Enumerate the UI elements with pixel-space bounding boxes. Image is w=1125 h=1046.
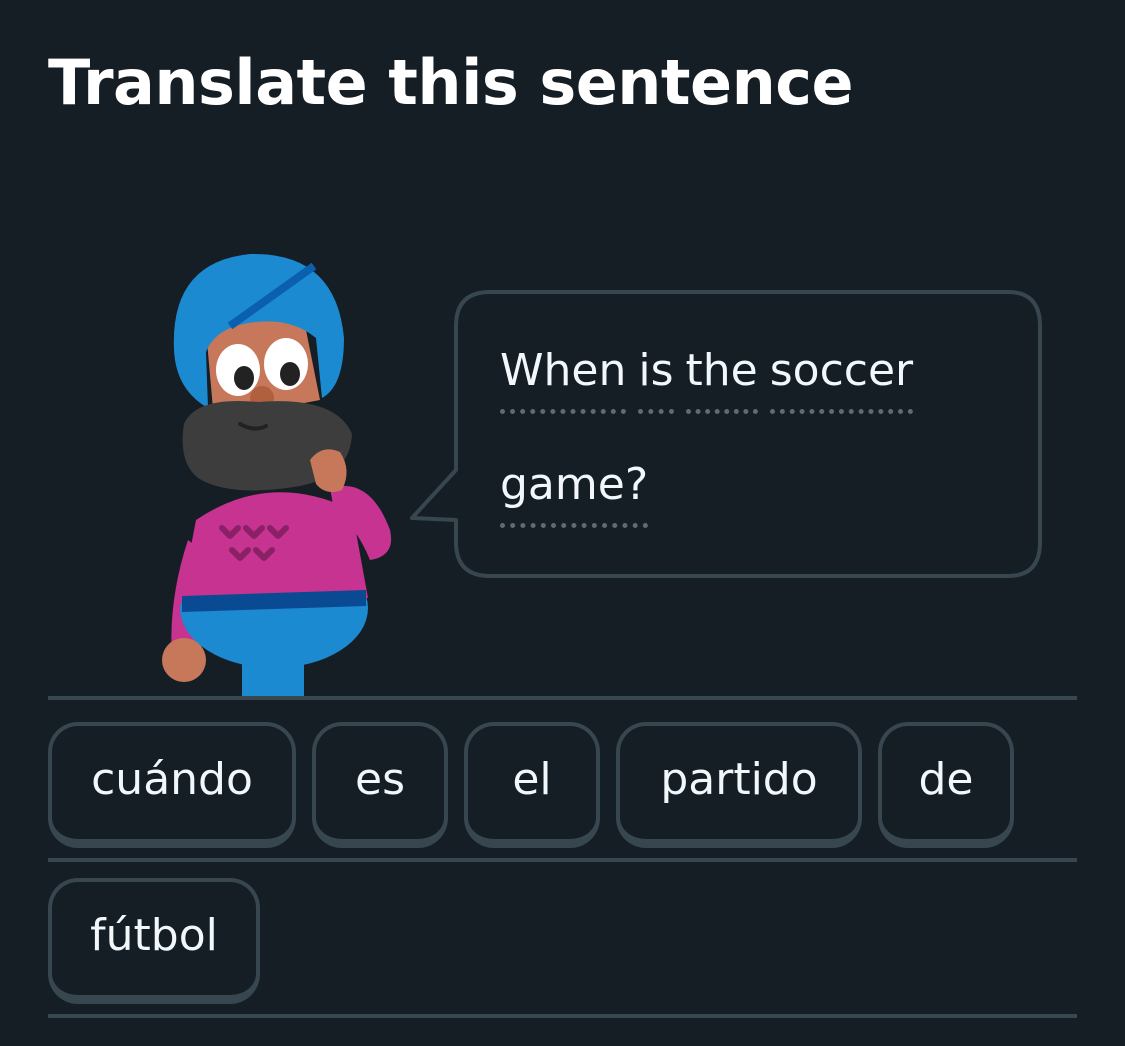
word-chip[interactable]: el bbox=[464, 722, 600, 848]
speech-bubble-line: When is the soccer bbox=[500, 343, 925, 414]
answer-line bbox=[48, 858, 1077, 862]
hint-word[interactable]: game? bbox=[500, 457, 649, 528]
lesson-screen: Translate this sentence When is the socc… bbox=[0, 0, 1125, 1046]
word-chip[interactable]: fútbol bbox=[48, 878, 260, 1004]
page-title: Translate this sentence bbox=[48, 46, 854, 119]
speech-bubble-line: game? bbox=[500, 457, 660, 528]
word-chip[interactable]: partido bbox=[616, 722, 862, 848]
answer-line bbox=[48, 1014, 1077, 1018]
hint-word[interactable]: the bbox=[685, 343, 758, 414]
hint-word[interactable]: When bbox=[500, 343, 627, 414]
word-chip[interactable]: de bbox=[878, 722, 1014, 848]
word-chip[interactable]: cuándo bbox=[48, 722, 296, 848]
character-illustration bbox=[162, 253, 392, 700]
speech-bubble bbox=[410, 290, 1042, 578]
hint-word[interactable]: soccer bbox=[769, 343, 914, 414]
answer-line bbox=[48, 696, 1077, 700]
word-chip[interactable]: es bbox=[312, 722, 448, 848]
hint-word[interactable]: is bbox=[638, 343, 674, 414]
